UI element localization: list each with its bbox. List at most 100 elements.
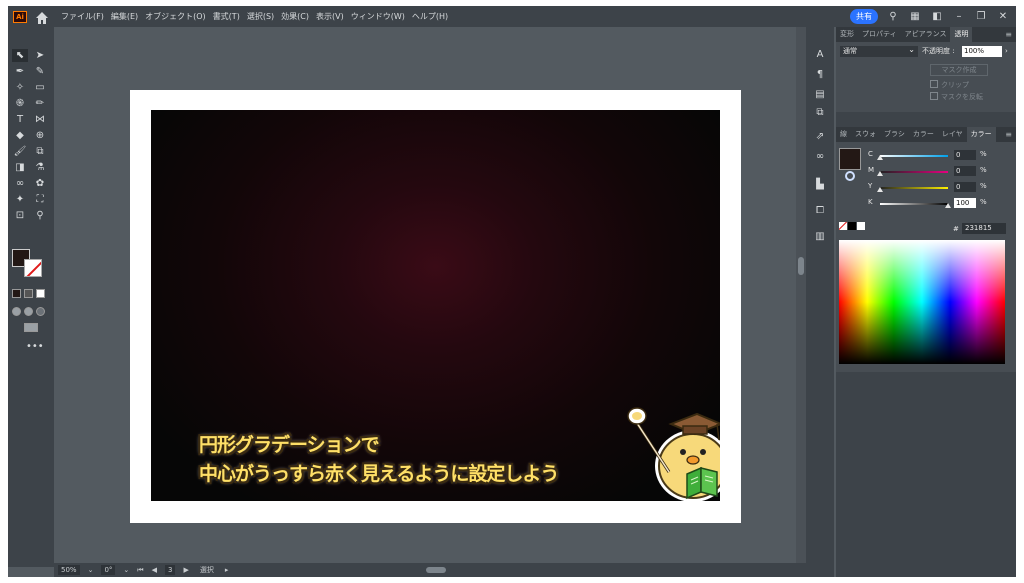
zoom-level-field[interactable]: 50% <box>58 565 80 575</box>
cyan-slider-thumb[interactable] <box>877 155 883 160</box>
export-panel-icon[interactable]: ⧉ <box>813 107 827 119</box>
curvature-tool-icon[interactable]: ✎ <box>32 65 48 78</box>
horizontal-scroll-thumb[interactable] <box>426 567 447 573</box>
tab-layers[interactable]: レイヤ <box>938 127 967 142</box>
restore-icon[interactable]: ❐ <box>974 11 988 22</box>
zoom-tool-icon[interactable]: ⚲ <box>32 209 48 222</box>
menu-select[interactable]: 選択(S) <box>247 11 274 22</box>
more-tools-icon[interactable]: ••• <box>26 341 44 352</box>
pen-tool-icon[interactable]: ✒ <box>12 65 28 78</box>
spiral-tool-icon[interactable]: ֍ <box>12 97 28 110</box>
puppet-warp-icon[interactable]: ✦ <box>12 193 28 206</box>
artboard-tool-icon[interactable]: ⊡ <box>12 209 28 222</box>
type-tool-icon[interactable]: T <box>12 113 28 126</box>
menu-edit[interactable]: 編集(E) <box>111 11 138 22</box>
opacity-field[interactable]: 100% <box>962 46 1002 57</box>
draw-normal-icon[interactable] <box>12 307 21 316</box>
canvas-area[interactable]: 円形グラデーションで 中心がうっすら赤く見えるように設定しよう <box>54 27 796 567</box>
clip-checkbox[interactable]: クリップ <box>930 80 1010 90</box>
yellow-value-field[interactable]: 0 <box>954 182 976 192</box>
rectangle-tool-icon[interactable]: ▭ <box>32 81 48 94</box>
status-arrow-icon[interactable]: ▸ <box>225 566 229 574</box>
blend-tool-icon[interactable]: ∞ <box>12 177 28 190</box>
eyedropper-tool-icon[interactable]: ⚗ <box>32 161 48 174</box>
black-slider[interactable] <box>880 203 948 205</box>
screen-mode-icon[interactable] <box>24 323 38 332</box>
character-panel-icon[interactable]: A <box>813 49 827 61</box>
radial-gradient-artwork[interactable]: 円形グラデーションで 中心がうっすら赤く見えるように設定しよう <box>151 110 720 501</box>
white-color-swatch[interactable] <box>857 222 865 230</box>
magenta-slider[interactable] <box>880 171 948 173</box>
artboard[interactable]: 円形グラデーションで 中心がうっすら赤く見えるように設定しよう <box>130 90 741 523</box>
gradient-tool-icon[interactable]: ◨ <box>12 161 28 174</box>
color-panel-menu-icon[interactable]: ≡ <box>1005 130 1016 139</box>
menu-effect[interactable]: 効果(C) <box>281 11 309 22</box>
selection-tool-icon[interactable]: ⬉ <box>12 49 28 62</box>
direct-selection-tool-icon[interactable]: ➤ <box>32 49 48 62</box>
menu-object[interactable]: オブジェクト(O) <box>145 11 206 22</box>
menu-type[interactable]: 書式(T) <box>213 11 240 22</box>
tab-transparency[interactable]: 透明 <box>950 27 973 42</box>
gradient-mode-icon[interactable] <box>24 289 33 298</box>
home-icon[interactable] <box>35 10 49 24</box>
none-mode-icon[interactable] <box>36 289 45 298</box>
tab-properties[interactable]: プロパティ <box>858 27 901 42</box>
opacity-arrow-icon[interactable]: › <box>1005 46 1008 57</box>
panel-menu-icon[interactable]: ≡ <box>1005 30 1016 39</box>
artboard-number-field[interactable]: 3 <box>164 565 176 575</box>
none-color-swatch[interactable] <box>839 222 847 230</box>
symbol-sprayer-icon[interactable]: ✿ <box>32 177 48 190</box>
tab-color-guide[interactable]: カラー <box>909 127 938 142</box>
magenta-slider-thumb[interactable] <box>877 171 883 176</box>
eraser-tool-icon[interactable]: ◆ <box>12 129 28 142</box>
first-artboard-icon[interactable]: ⏮ <box>137 566 143 575</box>
arrange-icon[interactable]: ◧ <box>930 11 944 22</box>
rotation-field[interactable]: 0° <box>101 565 116 575</box>
menu-help[interactable]: ヘルプ(H) <box>412 11 448 22</box>
black-color-swatch[interactable] <box>848 222 856 230</box>
zoom-dropdown-icon[interactable]: ⌄ <box>88 566 94 574</box>
draw-behind-icon[interactable] <box>24 307 33 316</box>
canvas-vertical-scrollbar[interactable] <box>796 27 806 567</box>
gradient-panel-icon[interactable]: ▥ <box>813 231 827 243</box>
prev-artboard-icon[interactable]: ◀ <box>152 566 157 574</box>
blend-mode-select[interactable]: 通常 <box>840 44 918 57</box>
tab-appearance[interactable]: アピアランス <box>901 27 951 42</box>
current-stroke-swatch[interactable] <box>845 171 855 181</box>
rotation-dropdown-icon[interactable]: ⌄ <box>123 566 129 574</box>
invert-mask-checkbox[interactable]: マスクを反転 <box>930 92 1010 102</box>
align-panel-icon[interactable]: ▙ <box>813 179 827 191</box>
share-button[interactable]: 共有 <box>850 9 878 24</box>
stroke-color-swatch[interactable] <box>24 259 42 277</box>
draw-inside-icon[interactable] <box>36 307 45 316</box>
pencil-tool-icon[interactable]: ✏ <box>32 97 48 110</box>
color-spectrum[interactable] <box>839 240 1005 364</box>
menu-view[interactable]: 表示(V) <box>316 11 344 22</box>
workspace-icon[interactable]: ▦ <box>908 11 922 22</box>
yellow-slider-thumb[interactable] <box>877 187 883 192</box>
links-panel-icon[interactable]: ∞ <box>813 151 827 163</box>
black-slider-thumb[interactable] <box>945 203 951 208</box>
tab-transform[interactable]: 変形 <box>836 27 858 42</box>
tab-stroke[interactable]: 線 <box>836 127 851 142</box>
current-fill-swatch[interactable] <box>839 148 861 170</box>
next-artboard-icon[interactable]: ▶ <box>183 566 188 574</box>
shape-builder-icon[interactable]: ⊕ <box>32 129 48 142</box>
opentype-panel-icon[interactable]: ▤ <box>813 89 827 101</box>
close-icon[interactable]: ✕ <box>996 11 1010 22</box>
paragraph-panel-icon[interactable]: ¶ <box>813 69 827 81</box>
cyan-value-field[interactable]: 0 <box>954 150 976 160</box>
menu-file[interactable]: ファイル(F) <box>61 11 104 22</box>
tab-swatches[interactable]: スウォ <box>851 127 880 142</box>
free-transform-icon[interactable]: ⛶ <box>32 193 48 206</box>
paintbrush-tool-icon[interactable]: 🖌 <box>12 145 28 158</box>
black-value-field[interactable]: 100 <box>954 198 976 208</box>
minimize-icon[interactable]: – <box>952 11 966 22</box>
search-icon[interactable]: ⚲ <box>886 11 900 22</box>
live-paint-icon[interactable]: ⧉ <box>32 145 48 158</box>
tab-color[interactable]: カラー <box>966 127 996 142</box>
menu-window[interactable]: ウィンドウ(W) <box>351 11 405 22</box>
asset-export-icon[interactable]: ⇗ <box>813 131 827 143</box>
pathfinder-panel-icon[interactable]: ⧠ <box>813 205 827 217</box>
color-mode-icon[interactable] <box>12 289 21 298</box>
